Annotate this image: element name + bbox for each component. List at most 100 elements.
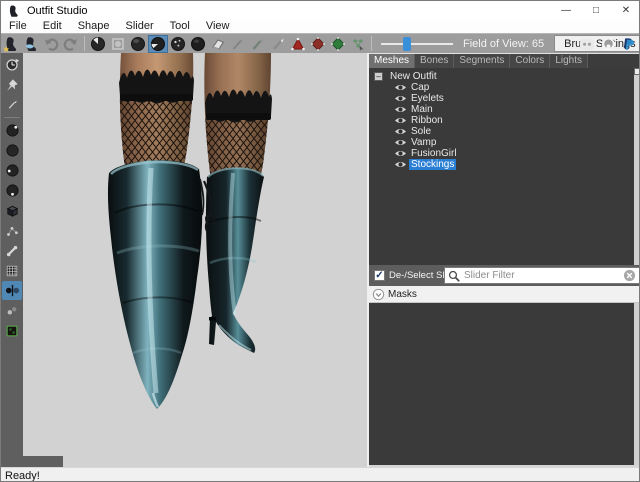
- sphere-brush-solid-icon[interactable]: [2, 141, 22, 160]
- color-brush-icon[interactable]: [248, 35, 268, 53]
- tree-item-fusiongirl[interactable]: FusionGirl: [369, 148, 634, 159]
- pen-tool-icon[interactable]: [2, 95, 22, 114]
- tree-item-vamp[interactable]: Vamp: [369, 137, 634, 148]
- outfit-root-label: New Outfit: [390, 71, 437, 82]
- grid-icon[interactable]: [2, 261, 22, 280]
- alpha-brush-icon[interactable]: [268, 35, 288, 53]
- x-mirror-icon[interactable]: [2, 281, 22, 300]
- menu-tool[interactable]: Tool: [162, 20, 198, 33]
- redo-icon[interactable]: [61, 35, 81, 53]
- collapse-icon[interactable]: –: [374, 72, 383, 81]
- minimize-button[interactable]: —: [551, 1, 581, 20]
- tree-root-row[interactable]: – New Outfit: [369, 71, 634, 82]
- tree-item-stockings[interactable]: Stockings: [369, 159, 634, 170]
- sphere-brush-left-icon[interactable]: [2, 161, 22, 180]
- menu-slider[interactable]: Slider: [118, 20, 162, 33]
- connected-dots-icon[interactable]: [2, 301, 22, 320]
- move-vertex-icon[interactable]: [348, 35, 368, 53]
- deselect-sliders-checkbox[interactable]: ✓: [374, 270, 385, 281]
- visibility-eye-icon[interactable]: [394, 83, 408, 92]
- toolbar-separator: [84, 36, 85, 51]
- mesh-name: Sole: [409, 126, 433, 137]
- visibility-eye-icon[interactable]: [394, 127, 408, 136]
- move-brush-icon[interactable]: [188, 35, 208, 53]
- tree-scrollbar[interactable]: [634, 68, 640, 265]
- masks-label: Masks: [388, 289, 417, 300]
- tab-meshes[interactable]: Meshes: [369, 54, 415, 68]
- slider-track: [381, 43, 453, 45]
- tab-lights[interactable]: Lights: [550, 54, 588, 68]
- field-of-view-label: Field of View: 65: [463, 38, 544, 50]
- visibility-eye-icon[interactable]: [394, 138, 408, 147]
- menu-shape[interactable]: Shape: [70, 20, 118, 33]
- mesh-name: Cap: [409, 82, 431, 93]
- field-of-view-slider[interactable]: [381, 37, 453, 51]
- deflate-brush-icon[interactable]: [148, 35, 168, 53]
- flip-edge-icon[interactable]: [308, 35, 328, 53]
- sidebar-footer: [1, 456, 63, 467]
- mesh-name-selected: Stockings: [409, 159, 456, 170]
- visibility-eye-icon[interactable]: [394, 149, 408, 158]
- smooth-brush-icon[interactable]: [168, 35, 188, 53]
- titlebar: Outfit Studio — □ ✕: [1, 1, 640, 20]
- mask-brush-icon[interactable]: [88, 35, 108, 53]
- inflate-brush-icon[interactable]: [128, 35, 148, 53]
- viewport-3d[interactable]: [23, 53, 367, 467]
- bone-icon[interactable]: [2, 241, 22, 260]
- main-area: Meshes Bones Segments Colors Lights – Ne…: [1, 53, 640, 467]
- visibility-eye-icon[interactable]: [394, 105, 408, 114]
- maximize-button[interactable]: □: [581, 1, 611, 20]
- outfit-studio-window: Outfit Studio — □ ✕ File Edit Shape Slid…: [0, 0, 640, 482]
- select-tool-icon[interactable]: [108, 35, 128, 53]
- left-tool-sidebar: [1, 53, 23, 467]
- slider-thumb[interactable]: [403, 37, 411, 51]
- tree-item-main[interactable]: Main: [369, 104, 634, 115]
- clear-filter-icon[interactable]: [623, 269, 636, 282]
- collapse-vertex-icon[interactable]: [288, 35, 308, 53]
- masks-section-header[interactable]: Masks: [369, 286, 640, 303]
- texture-toggle-icon[interactable]: [2, 321, 22, 340]
- slider-filter-search: [444, 267, 640, 284]
- menu-edit[interactable]: Edit: [35, 20, 70, 33]
- status-text: Ready!: [5, 470, 40, 482]
- split-edge-icon[interactable]: [328, 35, 348, 53]
- load-outfit-icon[interactable]: [1, 35, 21, 53]
- mesh-name: Ribbon: [409, 115, 445, 126]
- undo-icon[interactable]: [41, 35, 61, 53]
- sliders-panel: [369, 303, 634, 465]
- visibility-eye-icon[interactable]: [394, 116, 408, 125]
- mesh-name: Eyelets: [409, 93, 446, 104]
- panel-tabs: Meshes Bones Segments Colors Lights: [369, 54, 640, 68]
- tab-segments[interactable]: Segments: [454, 54, 510, 68]
- sphere-brush-bottom-icon[interactable]: [2, 181, 22, 200]
- weight-brush-icon[interactable]: [228, 35, 248, 53]
- sidebar-separator: [4, 117, 20, 118]
- tree-item-eyelets[interactable]: Eyelets: [369, 93, 634, 104]
- status-bar: Ready!: [1, 467, 640, 482]
- vertex-path-icon[interactable]: [2, 221, 22, 240]
- load-project-icon[interactable]: [21, 35, 41, 53]
- eraser-icon[interactable]: [208, 35, 228, 53]
- github-icon[interactable]: [599, 35, 617, 53]
- tab-bones[interactable]: Bones: [415, 54, 454, 68]
- pin-tool-icon[interactable]: [2, 75, 22, 94]
- search-icon: [448, 270, 460, 282]
- visibility-eye-icon[interactable]: [394, 160, 408, 169]
- menu-file[interactable]: File: [1, 20, 35, 33]
- menu-view[interactable]: View: [198, 20, 238, 33]
- right-panel: Meshes Bones Segments Colors Lights – Ne…: [369, 53, 640, 467]
- tab-colors[interactable]: Colors: [510, 54, 550, 68]
- paypal-icon[interactable]: [620, 35, 638, 53]
- discord-icon[interactable]: [578, 35, 596, 53]
- tree-item-sole[interactable]: Sole: [369, 126, 634, 137]
- tree-item-ribbon[interactable]: Ribbon: [369, 115, 634, 126]
- chevron-down-icon[interactable]: [372, 288, 385, 301]
- cube-tool-icon[interactable]: [2, 201, 22, 220]
- sliders-scrollbar[interactable]: [634, 303, 640, 465]
- close-button[interactable]: ✕: [611, 1, 640, 20]
- tree-item-cap[interactable]: Cap: [369, 82, 634, 93]
- slider-filter-input[interactable]: [460, 270, 623, 281]
- visibility-eye-icon[interactable]: [394, 94, 408, 103]
- transform-tool-icon[interactable]: [2, 55, 22, 74]
- sphere-brush-top-icon[interactable]: [2, 121, 22, 140]
